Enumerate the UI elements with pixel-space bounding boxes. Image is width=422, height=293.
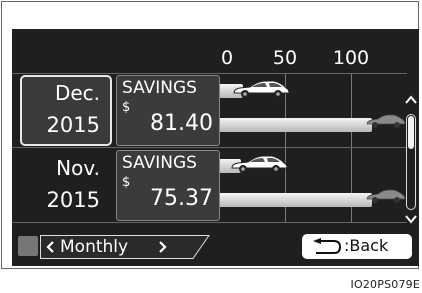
period-label: Monthly: [60, 237, 129, 257]
savings-amount: 81.40: [150, 111, 213, 136]
month-selected-box[interactable]: Dec. 2015: [20, 75, 112, 146]
back-label: :Back: [344, 236, 389, 255]
row-divider: [12, 147, 407, 148]
savings-label: SAVINGS: [122, 153, 197, 173]
comparison-bar: [220, 118, 372, 132]
month-year: 2015: [46, 188, 100, 212]
currency-symbol: $: [122, 100, 131, 115]
row-divider: [12, 73, 407, 74]
figure-caption: IO20PS079E: [350, 278, 420, 291]
chevron-left-icon[interactable]: [45, 241, 55, 253]
comparison-bar: [220, 193, 372, 207]
car-icon: [366, 114, 406, 128]
scroll-track[interactable]: [406, 114, 416, 210]
savings-row-dec-2015[interactable]: Dec. 2015 SAVINGS $ 81.40: [12, 75, 407, 146]
savings-label: SAVINGS: [122, 78, 197, 98]
scroll-thumb[interactable]: [408, 116, 414, 149]
axis-tick-100: 100: [332, 47, 370, 69]
bottom-bar: Monthly :Back: [12, 228, 419, 266]
month-name: Nov.: [56, 156, 100, 180]
scrollbar[interactable]: [405, 94, 417, 224]
chevron-down-icon[interactable]: [405, 213, 417, 225]
savings-row-nov-2015[interactable]: Nov. 2015 SAVINGS $ 75.37: [12, 150, 407, 221]
savings-amount: 75.37: [150, 186, 213, 211]
savings-panel: SAVINGS $ 75.37: [116, 150, 220, 221]
chevron-right-icon[interactable]: [158, 241, 168, 253]
indicator-square: [18, 236, 38, 256]
axis-tick-0: 0: [220, 47, 234, 69]
savings-screen: 0 50 100 Dec. 2015 SAVINGS $ 81.40 Nov. …: [12, 29, 419, 266]
month-box[interactable]: Nov. 2015: [20, 150, 112, 221]
back-button[interactable]: :Back: [302, 234, 412, 259]
row-divider: [12, 222, 407, 223]
car-icon: [366, 189, 406, 203]
savings-panel: SAVINGS $ 81.40: [116, 75, 220, 146]
currency-symbol: $: [122, 175, 131, 190]
car-icon: [233, 80, 290, 98]
car-icon: [231, 155, 288, 173]
month-name: Dec.: [54, 81, 100, 105]
month-year: 2015: [46, 113, 100, 137]
figure-frame: 0 50 100 Dec. 2015 SAVINGS $ 81.40 Nov. …: [1, 1, 419, 269]
axis-tick-50: 50: [272, 47, 298, 69]
period-selector[interactable]: Monthly: [40, 235, 210, 259]
chevron-up-icon[interactable]: [405, 94, 417, 106]
return-arrow-icon: [313, 238, 342, 254]
